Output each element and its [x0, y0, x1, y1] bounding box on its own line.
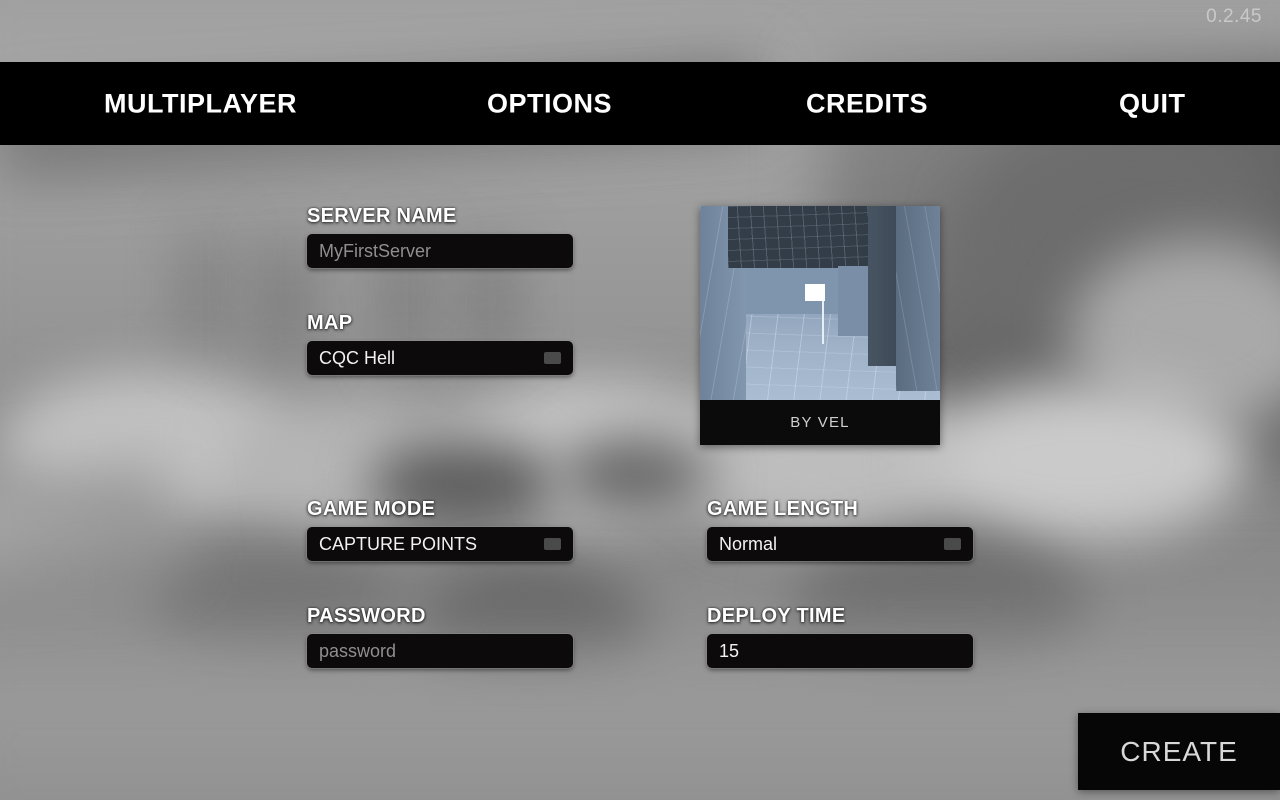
bg-stairs	[0, 458, 176, 592]
deploy-time-input-value: 15	[719, 640, 740, 661]
map-wall-right-grid	[896, 206, 940, 391]
label-game-length: GAME LENGTH	[707, 498, 859, 520]
deploy-time-input[interactable]: 15	[707, 634, 973, 668]
version-label: 0.2.45	[1206, 6, 1262, 27]
map-preview-card: BY VEL	[700, 206, 940, 445]
server-name-input[interactable]: MyFirstServer	[307, 234, 573, 268]
label-map: MAP	[307, 312, 353, 334]
game-mode-dropdown-value: CAPTURE POINTS	[319, 533, 478, 554]
game-length-dropdown-value: Normal	[719, 533, 778, 554]
field-group-password: PASSWORD password	[307, 605, 573, 668]
chevron-down-icon[interactable]	[544, 538, 561, 550]
map-ceiling-grid	[728, 206, 888, 268]
label-game-mode: GAME MODE	[307, 498, 436, 520]
create-server-button[interactable]: CREATE	[1078, 713, 1280, 790]
map-author-caption: BY VEL	[700, 400, 940, 445]
chevron-down-icon[interactable]	[944, 538, 961, 550]
game-mode-dropdown[interactable]: CAPTURE POINTS	[307, 527, 573, 561]
label-password: PASSWORD	[307, 605, 426, 627]
main-nav-bar: MULTIPLAYER OPTIONS CREDITS QUIT	[0, 62, 1280, 145]
field-group-game-mode: GAME MODE CAPTURE POINTS	[307, 498, 573, 561]
game-length-dropdown[interactable]: Normal	[707, 527, 973, 561]
field-group-server-name: SERVER NAME MyFirstServer	[307, 205, 573, 268]
game-main-menu-screen: 0.2.45 MULTIPLAYER OPTIONS CREDITS QUIT …	[0, 0, 1280, 800]
password-input-placeholder: password	[319, 640, 397, 661]
map-dropdown-value: CQC Hell	[319, 347, 396, 368]
nav-item-quit[interactable]: QUIT	[1119, 88, 1186, 119]
field-group-map: MAP CQC Hell	[307, 312, 573, 375]
bg-post-2	[275, 240, 297, 360]
label-server-name: SERVER NAME	[307, 205, 457, 227]
password-input[interactable]: password	[307, 634, 573, 668]
nav-item-multiplayer[interactable]: MULTIPLAYER	[104, 88, 297, 119]
field-group-deploy-time: DEPLOY TIME 15	[707, 605, 973, 668]
field-group-game-length: GAME LENGTH Normal	[707, 498, 973, 561]
nav-item-credits[interactable]: CREDITS	[806, 88, 928, 119]
server-name-input-placeholder: MyFirstServer	[319, 240, 431, 261]
nav-item-options[interactable]: OPTIONS	[487, 88, 612, 119]
label-deploy-time: DEPLOY TIME	[707, 605, 846, 627]
map-preview-image[interactable]	[700, 206, 940, 400]
bg-crevice-2	[560, 435, 710, 515]
bg-post-1	[195, 235, 215, 345]
map-dropdown[interactable]: CQC Hell	[307, 341, 573, 375]
map-capture-flag	[805, 284, 825, 301]
chevron-down-icon[interactable]	[544, 352, 561, 364]
